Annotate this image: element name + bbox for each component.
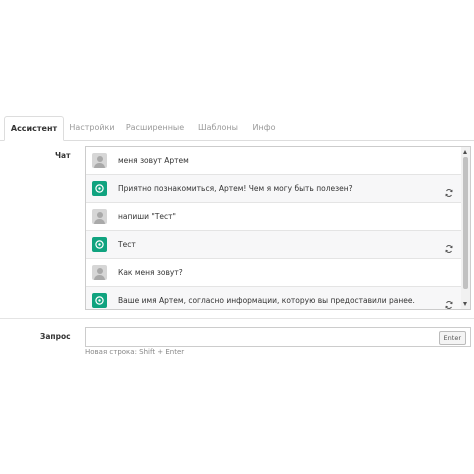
message-text: Приятно познакомиться, Артем! Чем я могу… xyxy=(118,184,353,193)
scroll-down-arrow-icon[interactable] xyxy=(463,302,467,306)
tab-templates[interactable]: Шаблоны xyxy=(190,116,246,140)
chat-message-user: меня зовут Артем xyxy=(86,147,462,175)
openai-logo-icon xyxy=(92,237,107,252)
chat-message-user: Как меня зовут? xyxy=(86,259,462,287)
chat-scrollbar[interactable] xyxy=(461,147,470,309)
openai-logo-icon xyxy=(92,293,107,308)
chat-label: Чат xyxy=(55,151,71,160)
tab-settings[interactable]: Настройки xyxy=(64,116,120,140)
chat-message-assistant: Приятно познакомиться, Артем! Чем я могу… xyxy=(86,175,462,203)
message-text: напиши "Тест" xyxy=(118,212,176,221)
refresh-icon[interactable] xyxy=(444,183,454,197)
message-text: Тест xyxy=(118,240,136,249)
user-avatar-icon xyxy=(92,265,107,280)
tab-assistant[interactable]: Ассистент xyxy=(4,116,64,141)
user-avatar-icon xyxy=(92,209,107,224)
newline-hint: Новая строка: Shift + Enter xyxy=(85,348,185,356)
tab-advanced[interactable]: Расширенные xyxy=(120,116,190,140)
user-avatar-icon xyxy=(92,153,107,168)
chat-history[interactable]: меня зовут Артем Приятно познакомиться, … xyxy=(85,146,471,310)
chat-message-user: напиши "Тест" xyxy=(86,203,462,231)
scroll-thumb[interactable] xyxy=(463,157,468,289)
query-label: Запрос xyxy=(40,332,71,341)
message-text: Ваше имя Артем, согласно информации, кот… xyxy=(118,296,415,305)
openai-logo-icon xyxy=(92,181,107,196)
scroll-up-arrow-icon[interactable] xyxy=(463,150,467,154)
chat-message-assistant: Тест xyxy=(86,231,462,259)
refresh-icon[interactable] xyxy=(444,295,454,309)
tab-bar: Ассистент Настройки Расширенные Шаблоны … xyxy=(0,116,474,141)
enter-button[interactable]: Enter xyxy=(438,331,466,345)
chat-message-assistant: Ваше имя Артем, согласно информации, кот… xyxy=(86,287,462,309)
message-text: Как меня зовут? xyxy=(118,268,183,277)
message-text: меня зовут Артем xyxy=(118,156,189,165)
section-divider xyxy=(0,318,474,319)
refresh-icon[interactable] xyxy=(444,239,454,253)
query-input[interactable]: Enter xyxy=(85,327,471,347)
tab-info[interactable]: Инфо xyxy=(246,116,282,140)
